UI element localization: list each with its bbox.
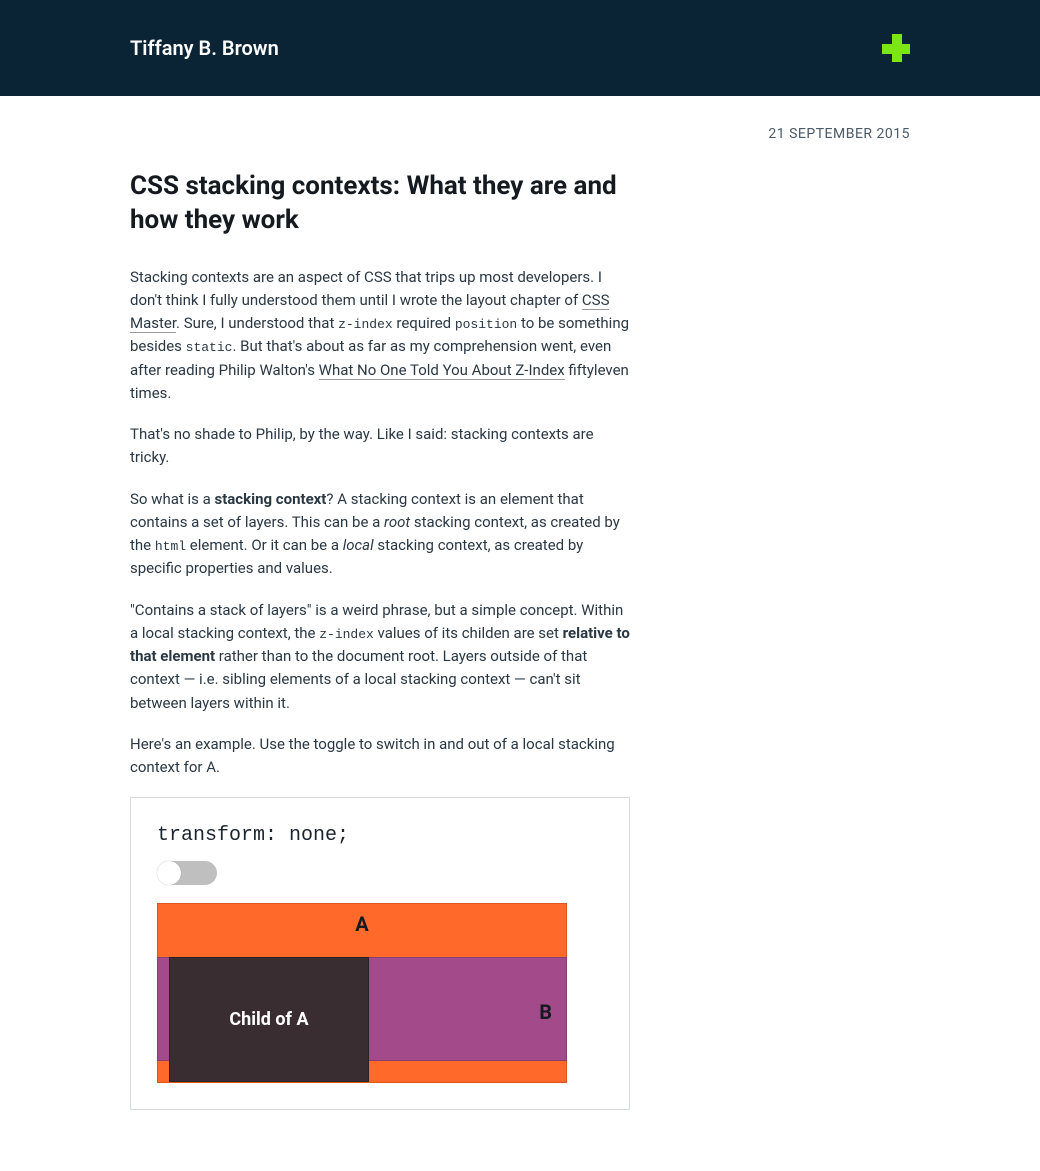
em-local: local bbox=[343, 536, 374, 554]
stack-diagram: A B Child of A bbox=[157, 903, 567, 1083]
text: So what is a bbox=[130, 490, 215, 508]
paragraph-3: So what is a stacking context? A stackin… bbox=[130, 488, 630, 581]
demo-container: transform: none; A B Child of A bbox=[130, 797, 630, 1110]
code-static: static bbox=[186, 340, 233, 355]
site-header: Tiffany B. Brown bbox=[0, 0, 1040, 96]
article-title: CSS stacking contexts: What they are and… bbox=[130, 170, 630, 238]
em-root: root bbox=[384, 513, 410, 531]
code-z-index-2: z-index bbox=[319, 627, 374, 642]
text: required bbox=[393, 314, 455, 332]
paragraph-1: Stacking contexts are an aspect of CSS t… bbox=[130, 266, 630, 406]
code-html: html bbox=[155, 539, 186, 554]
paragraph-5: Here's an example. Use the toggle to swi… bbox=[130, 733, 630, 780]
box-b-label: B bbox=[539, 1000, 552, 1024]
paragraph-4: "Contains a stack of layers" is a weird … bbox=[130, 599, 630, 715]
demo-transform-label: transform: none; bbox=[157, 824, 603, 847]
article-main: 21 SEPTEMBER 2015 CSS stacking contexts:… bbox=[130, 126, 910, 1170]
box-child-of-a: Child of A bbox=[169, 957, 369, 1082]
menu-toggle-icon[interactable] bbox=[882, 34, 910, 62]
text: Stacking contexts are an aspect of CSS t… bbox=[130, 268, 602, 309]
text: element. Or it can be a bbox=[186, 536, 343, 554]
code-z-index: z-index bbox=[338, 317, 393, 332]
code-position: position bbox=[455, 317, 517, 332]
strong-stacking-context: stacking context bbox=[215, 490, 327, 508]
link-walton-article[interactable]: What No One Told You About Z-Index bbox=[319, 361, 565, 380]
text: values of its childen are set bbox=[374, 624, 563, 642]
site-brand[interactable]: Tiffany B. Brown bbox=[130, 36, 279, 60]
text: . Sure, I understood that bbox=[176, 314, 338, 332]
paragraph-2: That's no shade to Philip, by the way. L… bbox=[130, 423, 630, 470]
box-a-label: A bbox=[355, 912, 368, 936]
demo-toggle[interactable] bbox=[157, 861, 217, 885]
box-child-label: Child of A bbox=[229, 1009, 308, 1030]
publish-date: 21 SEPTEMBER 2015 bbox=[130, 126, 910, 142]
toggle-knob bbox=[157, 861, 181, 885]
